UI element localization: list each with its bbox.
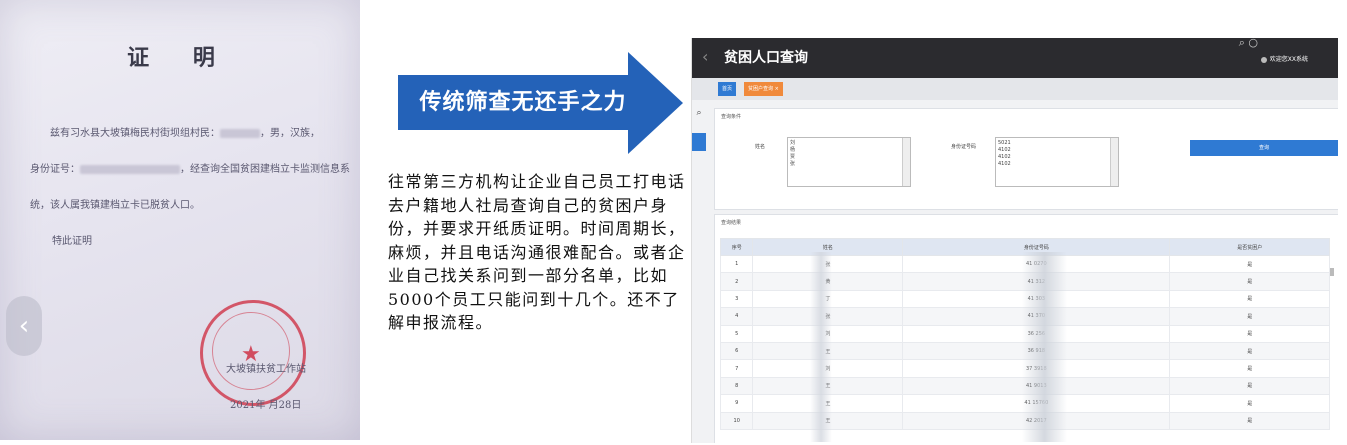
app-screenshot: ‹ 贫困人口查询 ⌕ ○ 欢迎您XX系统 首页 贫困户查询 × ⌕ 查询条件 姓… xyxy=(691,38,1338,443)
listbox-scrollbar[interactable] xyxy=(1110,138,1118,186)
app-header: ‹ 贫困人口查询 ⌕ ○ 欢迎您XX系统 xyxy=(692,38,1338,78)
description-text: 往常第三方机构让企业自己员工打电话去户籍地人社局查询自己的贫困户身份，并要求开纸… xyxy=(388,172,686,332)
redaction-blur xyxy=(810,252,832,442)
table-cell: 是 xyxy=(1169,324,1330,343)
table-cell: 是 xyxy=(1169,254,1330,274)
id-label: 身份证号码 xyxy=(951,144,977,150)
table-cell: 3 xyxy=(719,289,754,309)
table-scrollbar[interactable] xyxy=(1330,268,1334,276)
table-cell: 7 xyxy=(719,359,754,378)
table-cell: 2 xyxy=(719,272,754,291)
header-icons[interactable]: ⌕ ○ xyxy=(1239,38,1258,50)
name-label: 姓名 xyxy=(755,144,766,150)
chevron-left-icon[interactable]: ‹ xyxy=(6,296,42,356)
table-cell: 是 xyxy=(1169,289,1330,309)
certificate-photo: 证 明 兹有习水县大坡镇梅民村街坝组村民： ，男，汉族， 身份证号： ，经查询全国贫… xyxy=(0,0,360,440)
name-listbox[interactable]: 刘 杨 贾 张 xyxy=(787,137,911,187)
listbox-scrollbar[interactable] xyxy=(902,138,910,186)
certificate-date: 2021年 月28日 xyxy=(230,400,302,411)
column-header[interactable]: 序号 xyxy=(719,238,754,256)
sidebar-active-item[interactable] xyxy=(692,133,706,151)
table-cell: 是 xyxy=(1169,341,1330,361)
table-cell: 5 xyxy=(719,324,754,343)
avatar-icon xyxy=(1260,56,1267,63)
app-title: 贫困人口查询 xyxy=(724,50,808,66)
arrow-banner-text: 传统筛查无还手之力 xyxy=(419,90,627,115)
tab-poverty-query[interactable]: 贫困户查询 × xyxy=(744,82,783,96)
certificate-title: 证 明 xyxy=(127,45,233,71)
table-cell: 6 xyxy=(719,341,754,361)
results-panel-header: 查询结果 xyxy=(721,220,742,226)
table-cell: 是 xyxy=(1169,394,1330,413)
certificate-signer: 大坡镇扶贫工作站 xyxy=(226,364,306,375)
column-header[interactable]: 是否贫困户 xyxy=(1169,238,1330,256)
table-cell: 9 xyxy=(719,394,754,413)
table-cell: 是 xyxy=(1169,307,1330,326)
tab-bar: 首页 贫困户查询 × xyxy=(692,78,1338,100)
table-cell: 是 xyxy=(1169,411,1330,430)
query-button[interactable]: 查询 xyxy=(1190,140,1338,156)
certificate-line-3: 统，该人属我镇建档立卡已脱贫人口。 xyxy=(30,200,200,211)
query-panel-header: 查询条件 xyxy=(721,114,742,120)
back-chevron-icon[interactable]: ‹ xyxy=(702,47,708,66)
table-cell: 是 xyxy=(1169,359,1330,378)
tab-home[interactable]: 首页 xyxy=(718,82,737,96)
table-cell: 1 xyxy=(719,254,754,274)
table-cell: 10 xyxy=(719,411,754,430)
table-cell: 是 xyxy=(1169,272,1330,291)
table-cell: 8 xyxy=(719,376,754,396)
certificate-line-4: 特此证明 xyxy=(52,236,92,247)
id-listbox[interactable]: 5021 4102 4102 4102 xyxy=(995,137,1119,187)
redaction-blur xyxy=(1022,252,1067,442)
query-panel: 查询条件 姓名 刘 杨 贾 张 身份证号码 5021 4102 4102 410… xyxy=(714,108,1338,210)
table-cell: 是 xyxy=(1169,376,1330,396)
certificate-line-2: 身份证号： ，经查询全国贫困建档立卡监测信息系 xyxy=(30,164,350,175)
search-icon[interactable]: ⌕ xyxy=(692,108,706,122)
user-info[interactable]: 欢迎您XX系统 xyxy=(1260,54,1308,63)
certificate-line-1: 兹有习水县大坡镇梅民村街坝组村民： ，男，汉族， xyxy=(50,128,320,139)
table-cell: 4 xyxy=(719,307,754,326)
